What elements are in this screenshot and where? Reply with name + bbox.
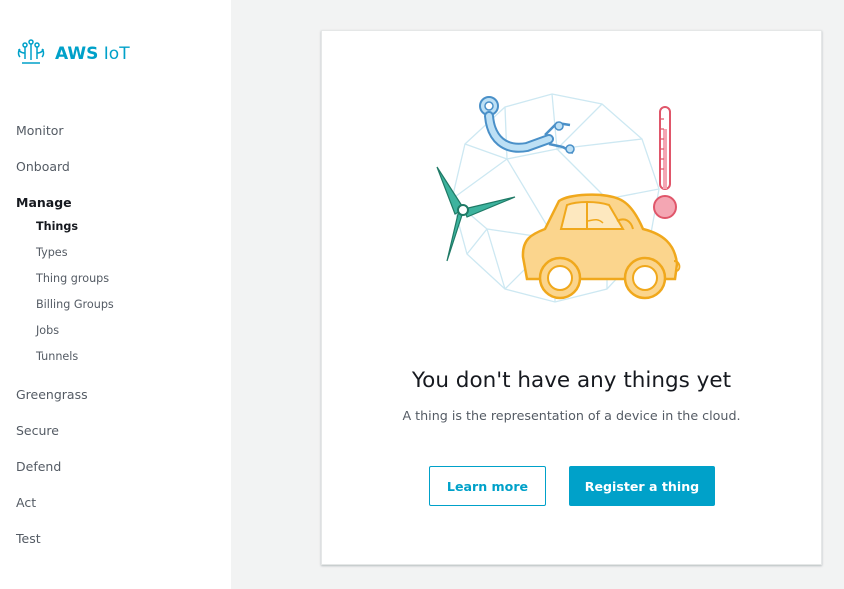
- nav-secure[interactable]: Secure: [16, 423, 59, 438]
- nav-manage-tunnels[interactable]: Tunnels: [36, 350, 78, 363]
- nav-manage[interactable]: Manage: [16, 195, 72, 210]
- brand-logo[interactable]: AWS IoT: [16, 38, 130, 70]
- nav-defend[interactable]: Defend: [16, 459, 61, 474]
- nav-monitor[interactable]: Monitor: [16, 123, 64, 138]
- nav-test[interactable]: Test: [16, 531, 41, 546]
- connected-car-illustration: [427, 89, 687, 309]
- nav-greengrass[interactable]: Greengrass: [16, 387, 88, 402]
- nav-onboard[interactable]: Onboard: [16, 159, 70, 174]
- nav-manage-thing-groups[interactable]: Thing groups: [36, 272, 109, 285]
- brand-name: AWS IoT: [55, 44, 130, 64]
- learn-more-button[interactable]: Learn more: [429, 466, 546, 506]
- nav-manage-jobs[interactable]: Jobs: [36, 324, 59, 337]
- register-thing-button[interactable]: Register a thing: [569, 466, 715, 506]
- empty-state-card: You don't have any things yet A thing is…: [321, 30, 822, 565]
- sidebar-nav: AWS IoT Monitor Onboard Manage Things Ty…: [0, 0, 231, 589]
- nav-act[interactable]: Act: [16, 495, 36, 510]
- aws-iot-icon: [16, 37, 46, 71]
- nav-manage-types[interactable]: Types: [36, 246, 68, 259]
- empty-state-description: A thing is the representation of a devic…: [402, 408, 741, 423]
- nav-manage-billing-groups[interactable]: Billing Groups: [36, 298, 114, 311]
- empty-state-title: You don't have any things yet: [411, 368, 732, 393]
- nav-manage-things[interactable]: Things: [36, 220, 78, 233]
